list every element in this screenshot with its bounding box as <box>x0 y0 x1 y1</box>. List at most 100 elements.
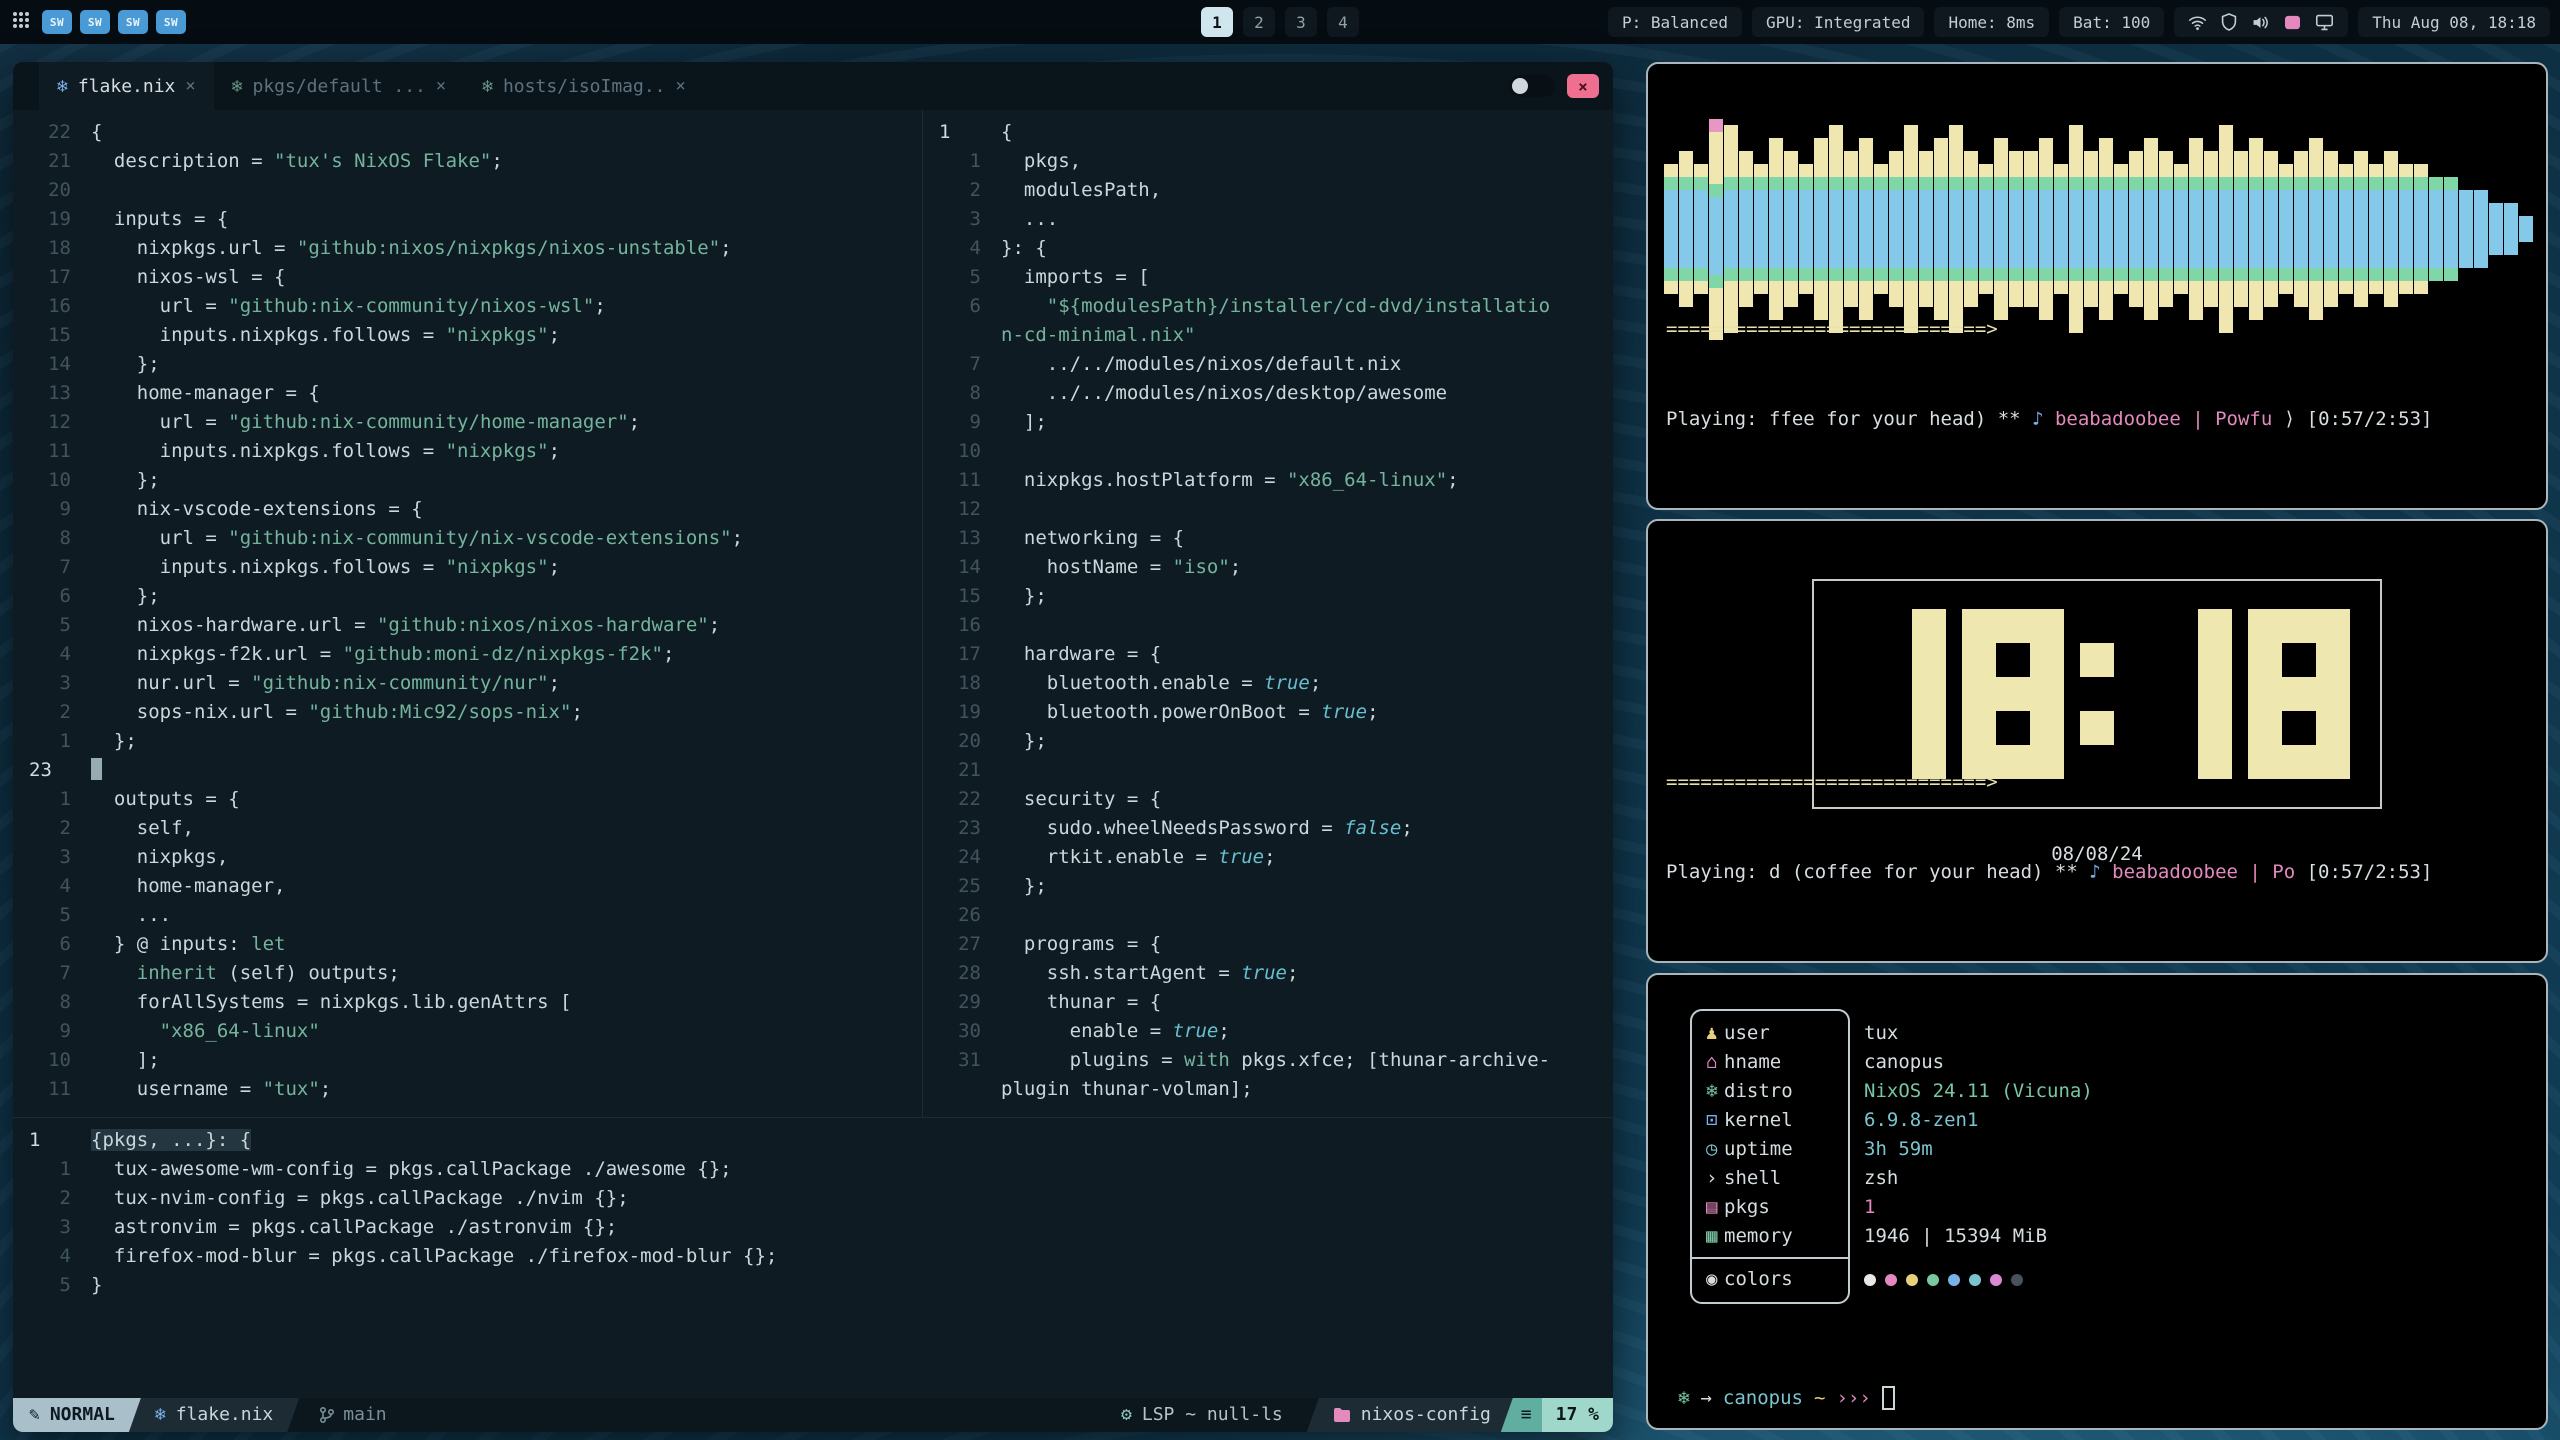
color-dot <box>1927 1274 1939 1286</box>
code-line: 3 ... <box>923 205 1613 234</box>
workspace-button-4[interactable]: 4 <box>1327 7 1359 37</box>
code-line: 1{pkgs, ...}: { <box>13 1126 1613 1155</box>
display-icon[interactable] <box>2315 14 2334 31</box>
shield-icon[interactable] <box>2221 13 2237 31</box>
line-number: 20 <box>923 727 1001 756</box>
code-line: 18 nixpkgs.url = "github:nixos/nixpkgs/n… <box>13 234 922 263</box>
workspace-tag[interactable]: SW <box>42 10 72 34</box>
line-number: 28 <box>923 959 1001 988</box>
home-icon: ⌂ <box>1690 1048 1724 1077</box>
line-number: 4 <box>13 872 91 901</box>
code-text: rtkit.enable = true; <box>1001 843 1276 872</box>
code-line: 7 inherit (self) outputs; <box>13 959 922 988</box>
workspace-button-2[interactable]: 2 <box>1243 7 1275 37</box>
line-number: 21 <box>13 147 91 176</box>
close-window-button[interactable]: × <box>1567 74 1599 98</box>
code-line: 27 programs = { <box>923 930 1613 959</box>
code-pane-right[interactable]: 1{1 pkgs,2 modulesPath,3 ...4}: {5 impor… <box>922 110 1613 1117</box>
workspace-button-3[interactable]: 3 <box>1285 7 1317 37</box>
wifi-icon[interactable] <box>2188 14 2207 31</box>
playing-text: ffee for your head) ** <box>1769 408 2032 430</box>
line-number: 1 <box>923 118 1001 147</box>
code-line: 18 bluetooth.enable = true; <box>923 669 1613 698</box>
line-number: 15 <box>13 321 91 350</box>
line-number: 7 <box>13 959 91 988</box>
fetch-label: hname <box>1724 1048 1834 1077</box>
playing-text: Playing: <box>1666 861 1769 883</box>
apps-grid-icon[interactable] <box>12 11 30 33</box>
tab-bar: ❄flake.nix×❄pkgs/default ...×❄hosts/isoI… <box>13 62 1613 110</box>
tab-close-icon[interactable]: × <box>676 76 686 96</box>
code-line: 10 ]; <box>13 1046 922 1075</box>
code-line: 3 astronvim = pkgs.callPackage ./astronv… <box>13 1213 1613 1242</box>
line-number: 8 <box>13 524 91 553</box>
code-line: 6 }; <box>13 582 922 611</box>
code-line: 5 nixos-hardware.url = "github:nixos/nix… <box>13 611 922 640</box>
screenshot-icon[interactable] <box>2284 15 2301 30</box>
line-number: 31 <box>923 1046 1001 1075</box>
line-number: 5 <box>923 263 1001 292</box>
line-number: 18 <box>13 234 91 263</box>
tab-close-icon[interactable]: × <box>436 76 446 96</box>
code-text: imports = [ <box>1001 263 1150 292</box>
status-chip[interactable]: P: Balanced <box>1608 7 1742 37</box>
shell-prompt[interactable]: ❄→canopus~››› <box>1678 1386 1895 1410</box>
code-text: url = "github:nix-community/home-manager… <box>91 408 640 437</box>
code-text: forAllSystems = nixpkgs.lib.genAttrs [ <box>91 988 571 1017</box>
workspace-tag[interactable]: SW <box>156 10 186 34</box>
playing-text: beabadoobee | Powfu <box>2055 408 2284 430</box>
line-number: 23 <box>13 756 91 785</box>
workspace-button-1[interactable]: 1 <box>1201 7 1233 37</box>
code-text: }; <box>1001 872 1047 901</box>
fetch-label: pkgs <box>1724 1193 1834 1222</box>
code-text: nixpkgs.hostPlatform = "x86_64-linux"; <box>1001 466 1459 495</box>
code-line: 10 <box>923 437 1613 466</box>
code-line: 1 tux-awesome-wm-config = pkgs.callPacka… <box>13 1155 1613 1184</box>
tab-label: flake.nix <box>78 76 176 97</box>
git-branch[interactable]: main <box>299 1398 386 1432</box>
line-number: 13 <box>13 379 91 408</box>
code-text: hardware = { <box>1001 640 1161 669</box>
code-line: 14 hostName = "iso"; <box>923 553 1613 582</box>
nix-icon: ❄ <box>482 76 493 97</box>
code-text: ... <box>1001 205 1058 234</box>
code-text: bluetooth.powerOnBoot = true; <box>1001 698 1379 727</box>
status-chip[interactable]: GPU: Integrated <box>1752 7 1925 37</box>
fetch-row: ◷uptime3h 59m <box>1690 1135 2093 1164</box>
fetch-value: 3h 59m <box>1864 1135 1933 1164</box>
line-number: 26 <box>923 901 1001 930</box>
code-line: 2 sops-nix.url = "github:Mic92/sops-nix"… <box>13 698 922 727</box>
project-chip[interactable]: nixos-config <box>1307 1398 1513 1432</box>
code-pane-left[interactable]: 22{21 description = "tux's NixOS Flake";… <box>13 110 922 1117</box>
terminal-cursor[interactable] <box>1882 1386 1895 1410</box>
code-text: self, <box>91 814 194 843</box>
clock-chip[interactable]: Thu Aug 08, 18:18 <box>2358 7 2550 37</box>
palette-icon: ◉ <box>1690 1265 1724 1294</box>
line-number: 27 <box>923 930 1001 959</box>
code-line: 8 forAllSystems = nixpkgs.lib.genAttrs [ <box>13 988 922 1017</box>
topbar-right: P: Balanced GPU: Integrated Home: 8ms Bat: … <box>1608 7 2560 37</box>
code-text: }; <box>1001 727 1047 756</box>
toggle-switch[interactable] <box>1509 75 1555 97</box>
code-text: modulesPath, <box>1001 176 1161 205</box>
status-chip[interactable]: Home: 8ms <box>1934 7 2049 37</box>
code-text: nixpkgs.url = "github:nixos/nixpkgs/nixo… <box>91 234 732 263</box>
workspace-tag[interactable]: SW <box>118 10 148 34</box>
volume-icon[interactable] <box>2251 14 2270 31</box>
code-text: tux-nvim-config = pkgs.callPackage ./nvi… <box>91 1184 629 1213</box>
tab-flake-nix[interactable]: ❄ flake.nix × <box>39 62 214 110</box>
code-line: 28 ssh.startAgent = true; <box>923 959 1613 988</box>
code-text: inputs.nixpkgs.follows = "nixpkgs"; <box>91 553 560 582</box>
code-line: 21 description = "tux's NixOS Flake"; <box>13 147 922 176</box>
tab-close-icon[interactable]: × <box>185 76 195 96</box>
code-text: security = { <box>1001 785 1161 814</box>
code-text: plugins = with pkgs.xfce; [thunar-archiv… <box>1001 1046 1550 1075</box>
code-pane-bottom[interactable]: 1{pkgs, ...}: {1 tux-awesome-wm-config =… <box>13 1117 1613 1398</box>
tab-hosts-isoimag-[interactable]: ❄hosts/isoImag..× <box>464 62 704 110</box>
workspace-tag[interactable]: SW <box>80 10 110 34</box>
tab-pkgs-default-[interactable]: ❄pkgs/default ...× <box>214 62 464 110</box>
code-line: 4 firefox-mod-blur = pkgs.callPackage ./… <box>13 1242 1613 1271</box>
status-chip[interactable]: Bat: 100 <box>2059 7 2164 37</box>
code-text: astronvim = pkgs.callPackage ./astronvim… <box>91 1213 617 1242</box>
nix-icon: ❄ <box>57 76 68 97</box>
